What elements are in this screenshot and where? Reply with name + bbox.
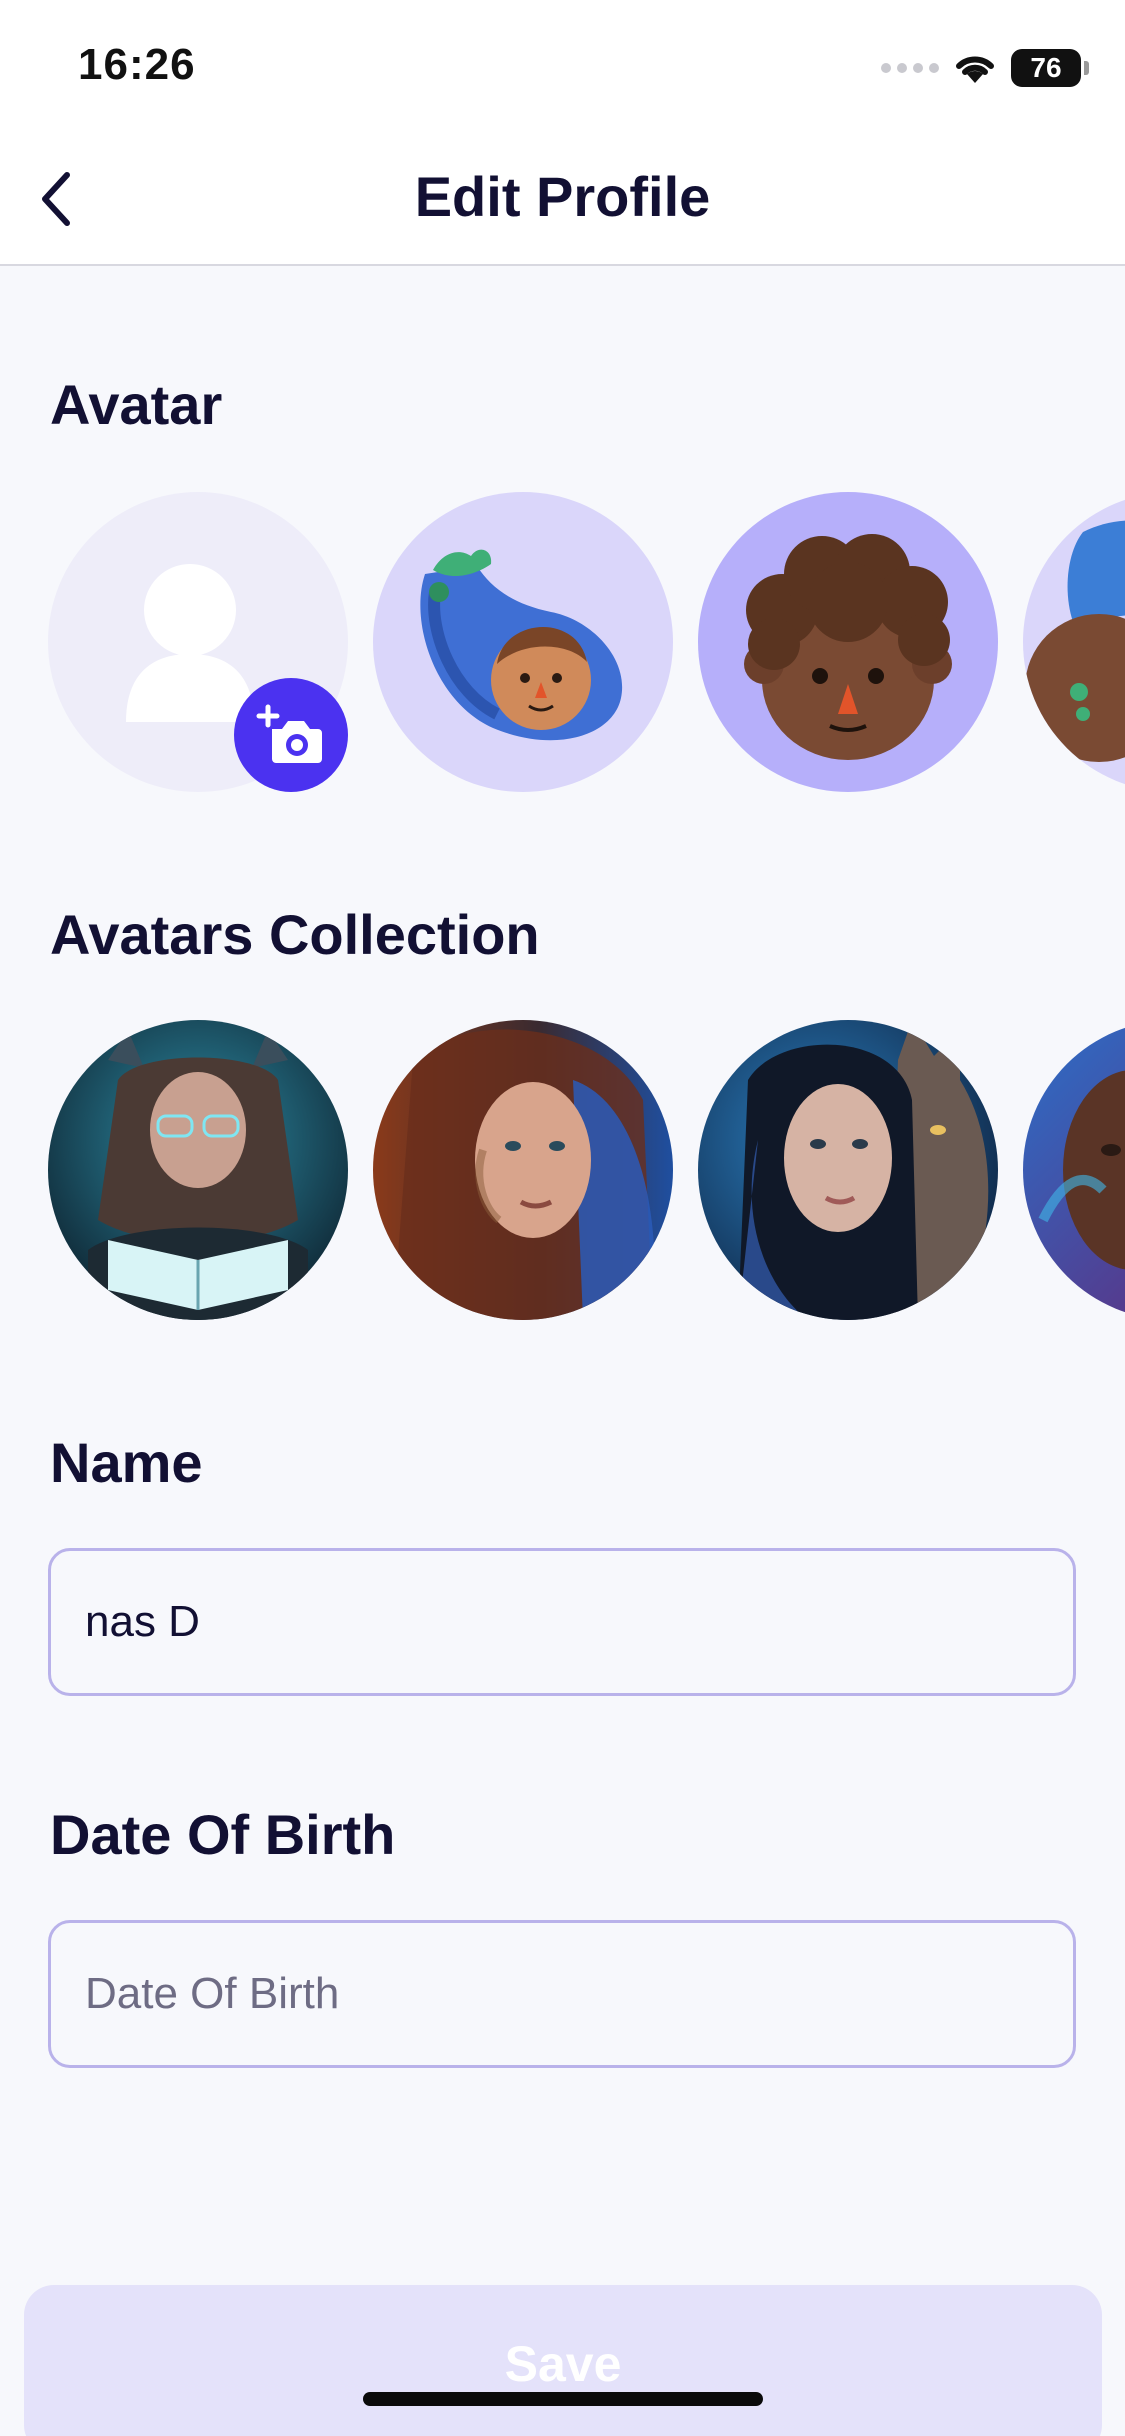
avatar-row[interactable] (48, 492, 1125, 792)
collection-item-cosmic[interactable] (1023, 1020, 1125, 1320)
avatar-section-title: Avatar (50, 373, 223, 436)
dob-label: Date Of Birth (50, 1803, 396, 1866)
collection-item-fiery-hair[interactable] (373, 1020, 673, 1320)
eggplant-avatar-image (420, 549, 623, 741)
fiery-hair-portrait-image (373, 1020, 673, 1320)
cellular-signal-icon (881, 63, 939, 73)
status-bar: 16:26 76 (0, 0, 1125, 132)
name-label: Name (50, 1431, 203, 1494)
curly-hair-avatar-image (744, 534, 952, 760)
battery-level: 76 (1030, 52, 1062, 83)
nav-header: Edit Profile (0, 132, 1125, 266)
add-camera-icon (256, 704, 322, 763)
avatar-option-curly-hair[interactable] (698, 492, 998, 792)
collection-item-wolf[interactable] (698, 1020, 998, 1320)
name-field[interactable] (48, 1548, 1076, 1696)
avatar-option-blue-hat[interactable] (1023, 492, 1125, 792)
avatar-option-eggplant[interactable] (373, 492, 673, 792)
collection-section-title: Avatars Collection (50, 903, 540, 966)
blue-hat-avatar-image (1025, 520, 1125, 762)
reader-portrait-image (48, 1020, 348, 1320)
home-indicator (363, 2392, 763, 2406)
page-title: Edit Profile (414, 165, 711, 228)
collection-item-reader[interactable] (48, 1020, 348, 1320)
wifi-icon (956, 56, 994, 83)
dob-field[interactable] (48, 1920, 1076, 2068)
add-photo-button[interactable] (234, 678, 348, 792)
dob-input[interactable] (85, 1969, 1039, 2019)
status-icons: 76 (881, 46, 1089, 90)
cosmic-portrait-image (1023, 1020, 1125, 1320)
avatars-collection-row[interactable] (48, 1020, 1125, 1320)
wolf-portrait-image (698, 1020, 998, 1320)
battery-icon: 76 (1011, 49, 1089, 87)
name-input[interactable] (85, 1597, 1039, 1647)
edit-profile-screen: 16:26 76 Edit Profile Avatar Avatars Col… (0, 0, 1125, 2436)
status-time: 16:26 (78, 40, 196, 89)
save-button-label: Save (504, 2336, 622, 2392)
save-button[interactable]: Save (24, 2285, 1102, 2436)
